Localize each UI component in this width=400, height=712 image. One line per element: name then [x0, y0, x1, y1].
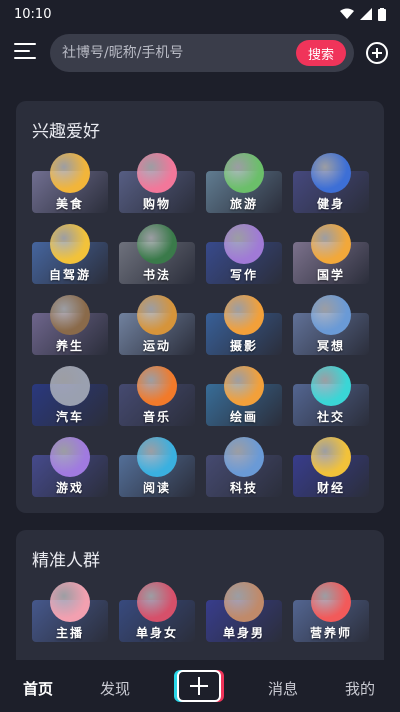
wifi-icon: [340, 8, 354, 19]
hobbies-card: 兴趣爱好 美食 购物 旅游 健身自驾游 书法 写作 国学养生 运动 摄影 冥想汽车 音乐 绘画 社交游戏…: [16, 101, 384, 513]
search-button[interactable]: 搜索: [296, 40, 346, 66]
nav-messages[interactable]: 消息: [268, 678, 298, 699]
nutritionist-icon: [311, 582, 351, 622]
tile-hobbies-11[interactable]: 冥想: [293, 295, 369, 357]
meditation-icon: [311, 295, 351, 335]
streamer-icon: [50, 582, 90, 622]
tile-hobbies-14[interactable]: 绘画: [206, 366, 282, 428]
hobbies-title: 兴趣爱好: [32, 122, 100, 142]
nav-discover[interactable]: 发现: [100, 678, 130, 699]
tile-hobbies-9[interactable]: 运动: [119, 295, 195, 357]
finance-icon: [311, 437, 351, 477]
single-man-icon: [224, 582, 264, 622]
tile-crowd-2[interactable]: 单身男: [206, 582, 282, 644]
travel-icon: [224, 153, 264, 193]
tile-hobbies-4[interactable]: 自驾游: [32, 224, 108, 286]
tile-crowd-3[interactable]: 营养师: [293, 582, 369, 644]
tile-hobbies-12[interactable]: 汽车: [32, 366, 108, 428]
tile-crowd-0[interactable]: 主播: [32, 582, 108, 644]
status-bar: 10:10: [0, 0, 400, 28]
search-input[interactable]: [62, 45, 292, 61]
gamepad-icon: [50, 437, 90, 477]
social-icon: [311, 366, 351, 406]
search-box: 搜索: [50, 34, 354, 72]
tile-crowd-1[interactable]: 单身女: [119, 582, 195, 644]
tile-label: 购物: [142, 197, 171, 211]
tile-hobbies-13[interactable]: 音乐: [119, 366, 195, 428]
tile-label: 美食: [55, 197, 84, 211]
classics-icon: [311, 224, 351, 264]
tile-hobbies-15[interactable]: 社交: [293, 366, 369, 428]
tile-label: 营养师: [309, 626, 352, 640]
tile-hobbies-1[interactable]: 购物: [119, 153, 195, 215]
tile-label: 单身女: [135, 626, 178, 640]
tile-label: 音乐: [142, 410, 171, 424]
top-bar: 搜索: [0, 30, 400, 80]
tile-label: 摄影: [229, 339, 258, 353]
crowd-title: 精准人群: [32, 551, 100, 571]
tile-hobbies-17[interactable]: 阅读: [119, 437, 195, 499]
battery-icon: [378, 7, 386, 21]
tile-label: 单身男: [222, 626, 265, 640]
food-icon: [50, 153, 90, 193]
tile-label: 书法: [142, 268, 171, 282]
shopping-bag-icon: [137, 153, 177, 193]
tile-label: 健身: [316, 197, 345, 211]
tile-hobbies-8[interactable]: 养生: [32, 295, 108, 357]
tile-label: 社交: [316, 410, 345, 424]
car-icon: [50, 366, 90, 406]
palette-icon: [224, 366, 264, 406]
tile-label: 国学: [316, 268, 345, 282]
sports-icon: [137, 295, 177, 335]
camera-icon: [224, 295, 264, 335]
tile-hobbies-18[interactable]: 科技: [206, 437, 282, 499]
menu-icon[interactable]: [14, 43, 36, 63]
tile-label: 财经: [316, 481, 345, 495]
tile-hobbies-7[interactable]: 国学: [293, 224, 369, 286]
signal-icon: [360, 8, 372, 20]
tile-label: 游戏: [55, 481, 84, 495]
tile-label: 主播: [55, 626, 84, 640]
add-icon[interactable]: [366, 42, 388, 64]
tile-label: 自驾游: [48, 268, 91, 282]
tile-hobbies-2[interactable]: 旅游: [206, 153, 282, 215]
tile-label: 运动: [142, 339, 171, 353]
tile-hobbies-16[interactable]: 游戏: [32, 437, 108, 499]
single-woman-icon: [137, 582, 177, 622]
tile-hobbies-6[interactable]: 写作: [206, 224, 282, 286]
tile-label: 科技: [229, 481, 258, 495]
tile-label: 绘画: [229, 410, 258, 424]
tile-label: 写作: [229, 268, 258, 282]
car-trip-icon: [50, 224, 90, 264]
writing-icon: [224, 224, 264, 264]
tile-label: 养生: [55, 339, 84, 353]
tile-hobbies-0[interactable]: 美食: [32, 153, 108, 215]
tile-label: 冥想: [316, 339, 345, 353]
reading-icon: [137, 437, 177, 477]
tech-icon: [224, 437, 264, 477]
bottom-nav: 首页 发现 消息 我的: [0, 660, 400, 712]
tile-label: 旅游: [229, 197, 258, 211]
fitness-icon: [311, 153, 351, 193]
tile-hobbies-19[interactable]: 财经: [293, 437, 369, 499]
create-button[interactable]: [177, 670, 221, 702]
tile-hobbies-3[interactable]: 健身: [293, 153, 369, 215]
nav-home[interactable]: 首页: [23, 678, 53, 699]
tile-label: 阅读: [142, 481, 171, 495]
music-icon: [137, 366, 177, 406]
health-icon: [50, 295, 90, 335]
status-time: 10:10: [14, 6, 52, 22]
calligraphy-icon: [137, 224, 177, 264]
crowd-card: 精准人群 主播 单身女 单身男 营养师: [16, 530, 384, 670]
tile-hobbies-10[interactable]: 摄影: [206, 295, 282, 357]
tile-hobbies-5[interactable]: 书法: [119, 224, 195, 286]
nav-mine[interactable]: 我的: [345, 678, 375, 699]
tile-label: 汽车: [55, 410, 84, 424]
